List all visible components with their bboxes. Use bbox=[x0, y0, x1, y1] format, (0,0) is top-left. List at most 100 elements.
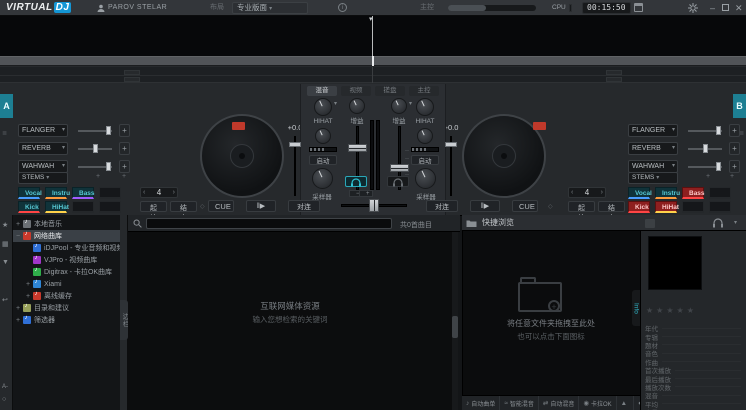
loop-halve-button[interactable]: ‹ bbox=[571, 189, 573, 196]
effect-slider[interactable] bbox=[78, 166, 112, 168]
beatjump-plus-button[interactable]: + bbox=[359, 190, 373, 197]
window-maximize-button[interactable] bbox=[722, 4, 729, 11]
add-folder-plus-icon[interactable]: + bbox=[548, 300, 560, 312]
filter-funnel-icon[interactable]: ▼ bbox=[2, 259, 9, 266]
tree-item[interactable]: − 网络曲库 bbox=[13, 230, 120, 242]
deck-a-tab[interactable]: A bbox=[0, 94, 13, 118]
left-sampler-knob[interactable] bbox=[312, 168, 333, 189]
stem-pad[interactable]: HiHat bbox=[45, 201, 67, 213]
tree-item[interactable]: + 筛选器 bbox=[13, 314, 120, 326]
tree-expand-toggle[interactable]: − bbox=[16, 233, 23, 240]
channel2-fader-handle[interactable] bbox=[390, 164, 409, 172]
effect-slider-handle[interactable] bbox=[716, 126, 721, 135]
loop-double-button[interactable]: › bbox=[173, 189, 175, 196]
tree-item[interactable]: + 目录和建议 bbox=[13, 302, 120, 314]
search-input[interactable] bbox=[146, 218, 392, 229]
calendar-icon[interactable] bbox=[634, 3, 643, 12]
deck-b-play-button[interactable]: ‖▶ bbox=[470, 200, 500, 212]
deck-b-loop-in-button[interactable]: 起始 bbox=[568, 201, 595, 212]
chevron-down-icon[interactable]: ▾ bbox=[409, 100, 412, 107]
stems-add-icon[interactable]: + bbox=[730, 173, 734, 180]
tree-expand-toggle[interactable]: + bbox=[26, 293, 33, 300]
deck-a-pitch-handle[interactable] bbox=[289, 142, 301, 147]
stem-pad[interactable] bbox=[682, 201, 704, 213]
effect-slider-handle[interactable] bbox=[93, 144, 98, 153]
effect-slider[interactable] bbox=[688, 166, 722, 168]
toolbar-button[interactable]: ▲ bbox=[617, 396, 634, 410]
effect-add-button[interactable]: + bbox=[729, 142, 740, 155]
info-view-icon[interactable] bbox=[645, 219, 655, 228]
mixer-tab[interactable]: 混音 bbox=[307, 86, 337, 96]
loop-double-button[interactable]: › bbox=[601, 189, 603, 196]
chevron-down-icon[interactable]: ▾ bbox=[734, 219, 737, 226]
hotcue-diamond-icon[interactable]: ◇ bbox=[548, 203, 553, 210]
effect-add-button[interactable]: + bbox=[119, 142, 130, 155]
deck-a-sync-button[interactable]: 对连 bbox=[288, 200, 320, 212]
chevron-down-icon[interactable]: ▾ bbox=[334, 100, 337, 107]
mixer-tab[interactable]: 主控 bbox=[409, 86, 439, 96]
username[interactable]: PAROV STELAR bbox=[108, 0, 167, 16]
deck-a-side-icon[interactable]: ≣ bbox=[2, 130, 7, 137]
deck-b-loop-out-button[interactable]: 结束 bbox=[598, 201, 625, 212]
stem-pad[interactable] bbox=[709, 187, 731, 199]
tree-item[interactable]: + 离线缓存 bbox=[13, 290, 120, 302]
side-panel-tab[interactable]: 边栏 bbox=[120, 300, 128, 340]
toolbar-button[interactable]: ≈ 智能混音 bbox=[500, 396, 539, 410]
stem-pad[interactable]: HiHat bbox=[655, 201, 677, 213]
mixer-tab[interactable]: 搓盘 bbox=[375, 86, 405, 96]
effect-slider-handle[interactable] bbox=[703, 144, 708, 153]
tree-item[interactable]: Digitrax - 卡拉OK曲库 bbox=[13, 266, 120, 278]
deck-a-loop-control[interactable]: ‹ 4 › bbox=[140, 187, 178, 198]
tree-expand-toggle[interactable]: + bbox=[16, 221, 23, 228]
right-launch-button[interactable]: 启动 bbox=[411, 155, 439, 165]
quick-browse-panel[interactable] bbox=[462, 215, 640, 410]
stem-pad[interactable] bbox=[709, 201, 731, 213]
toolbar-button[interactable]: ♪ 自动曲单 bbox=[462, 396, 500, 410]
effect-add-button[interactable]: + bbox=[119, 124, 130, 137]
sort-az-icon[interactable]: A- bbox=[2, 384, 8, 390]
tree-item[interactable]: VJPro - 视频曲库 bbox=[13, 254, 120, 266]
effect-slider-handle[interactable] bbox=[106, 126, 111, 135]
effect-select[interactable]: FLANGER▾ bbox=[18, 124, 68, 137]
sidebar-collapse-strip[interactable]: 边栏 bbox=[120, 215, 128, 410]
hotcue-diamond-icon[interactable]: ◇ bbox=[200, 203, 205, 210]
effect-select[interactable]: REVERB▾ bbox=[628, 142, 678, 155]
channel1-gain-knob[interactable] bbox=[349, 98, 365, 114]
effect-add-button[interactable]: + bbox=[119, 160, 130, 173]
grid-view-icon[interactable]: ▦ bbox=[2, 240, 9, 248]
waveform-display[interactable] bbox=[0, 16, 746, 56]
tree-item[interactable]: + Xiami bbox=[13, 278, 120, 290]
window-minimize-button[interactable]: – bbox=[710, 3, 715, 13]
stems-add-icon[interactable]: + bbox=[96, 173, 100, 180]
deck-b-sync-button[interactable]: 对连 bbox=[426, 200, 458, 212]
deck-a-loop-out-button[interactable]: 结束 bbox=[170, 201, 197, 212]
tree-expand-toggle[interactable]: + bbox=[26, 281, 33, 288]
stems-add-icon[interactable]: + bbox=[706, 173, 710, 180]
stem-pad[interactable]: Vocal bbox=[628, 187, 650, 199]
channel2-pfl-button[interactable] bbox=[387, 176, 409, 187]
channel1-fader-handle[interactable] bbox=[348, 144, 367, 152]
deck-b-stems-select[interactable]: STEMS ▾ bbox=[628, 172, 678, 184]
effect-slider[interactable] bbox=[78, 130, 112, 132]
master-volume-slider[interactable] bbox=[448, 5, 536, 11]
stem-pad[interactable]: Vocal bbox=[18, 187, 40, 199]
stem-pad[interactable]: Kick bbox=[628, 201, 650, 213]
stem-pad[interactable]: Bass bbox=[682, 187, 704, 199]
deck-a-play-button[interactable]: ‖▶ bbox=[246, 200, 276, 212]
mixer-left-stem-knob[interactable] bbox=[314, 98, 332, 116]
stems-add-icon[interactable]: + bbox=[122, 173, 126, 180]
tree-expand-toggle[interactable]: + bbox=[16, 317, 23, 324]
stem-pad[interactable]: Bass bbox=[72, 187, 94, 199]
deck-b-loop-control[interactable]: ‹ 4 › bbox=[568, 187, 606, 198]
effect-add-button[interactable]: + bbox=[729, 160, 740, 173]
deck-a-cue-button[interactable]: CUE bbox=[208, 200, 234, 212]
crossfader-handle[interactable] bbox=[369, 199, 379, 212]
favorites-icon[interactable]: ★ bbox=[2, 221, 8, 229]
deck-b-tab[interactable]: B bbox=[733, 94, 746, 118]
window-close-button[interactable]: ✕ bbox=[735, 3, 743, 14]
circle-icon[interactable]: ○ bbox=[2, 396, 6, 403]
effect-slider-handle[interactable] bbox=[716, 162, 721, 171]
deck-b-pitch-handle[interactable] bbox=[445, 142, 457, 147]
mixer-tab[interactable]: 视频 bbox=[341, 86, 371, 96]
stem-pad[interactable] bbox=[99, 187, 121, 199]
